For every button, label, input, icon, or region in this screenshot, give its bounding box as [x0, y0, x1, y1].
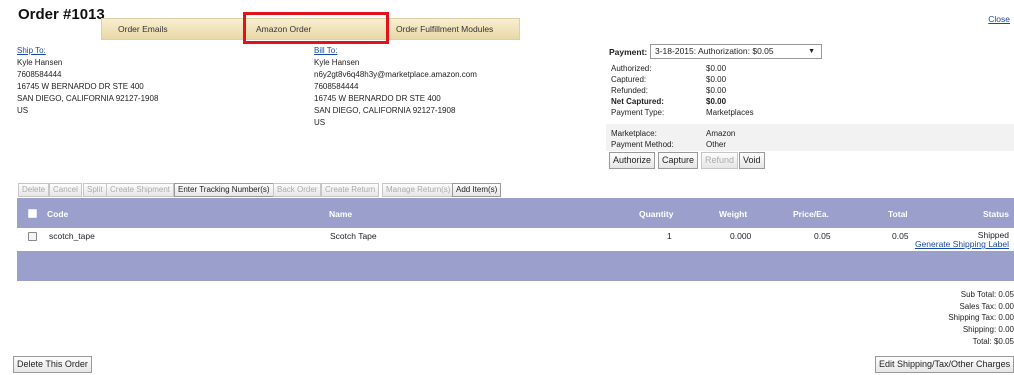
authorize-button[interactable]: Authorize: [609, 152, 656, 169]
ship-to-block: Ship To: Kyle Hansen 7608584444 16745 W …: [17, 45, 158, 117]
payment-row-marketplace: Marketplace: Amazon: [606, 128, 1014, 139]
cancel-button[interactable]: Cancel: [49, 183, 82, 197]
back-order-button[interactable]: Back Order: [273, 183, 322, 197]
col-price-header[interactable]: Price/Ea.: [793, 209, 829, 219]
item-status-cell: Shipped Generate Shipping Label: [915, 231, 1009, 249]
payment-key: Refunded:: [611, 86, 648, 95]
item-quantity: 1: [667, 231, 672, 241]
ship-to-line: 7608584444: [17, 70, 62, 79]
payment-value: Amazon: [706, 129, 736, 138]
bill-to-line: n6y2gt8v6q48h3y@marketplace.amazon.com: [314, 70, 477, 79]
payment-label: Payment:: [609, 47, 648, 57]
bill-to-line: 16745 W BERNARDO DR STE 400: [314, 94, 441, 103]
marketplace-details: Marketplace: Amazon Payment Method: Other: [606, 128, 1014, 150]
payment-key: Authorized:: [611, 64, 652, 73]
row-checkbox[interactable]: [28, 232, 37, 241]
payment-value: $0.00: [706, 86, 727, 95]
amazon-order-highlight-box: [243, 12, 389, 44]
bill-to-line: Kyle Hansen: [314, 58, 360, 67]
ship-to-header[interactable]: Ship To:: [17, 45, 158, 57]
void-button[interactable]: Void: [739, 152, 765, 169]
payment-row-net-captured: Net Captured: $0.00: [606, 96, 1014, 107]
tab-order-emails[interactable]: Order Emails: [118, 19, 168, 40]
table-row: scotch_tape Scotch Tape 1 0.000 0.05 0.0…: [17, 228, 1014, 251]
bill-to-block: Bill To: Kyle Hansen n6y2gt8v6q48h3y@mar…: [314, 45, 477, 129]
payment-selected-value: 3-18-2015: Authorization: $0.05: [655, 46, 774, 56]
payment-key: Net Captured:: [611, 97, 664, 106]
item-weight: 0.000: [730, 231, 752, 241]
item-total: 0.05: [892, 231, 909, 241]
ship-to-line: SAN DIEGO, CALIFORNIA 92127-1908: [17, 94, 159, 103]
ship-to-line: Kyle Hansen: [17, 58, 63, 67]
bill-to-header[interactable]: Bill To:: [314, 45, 477, 57]
split-button[interactable]: Split: [83, 183, 107, 197]
capture-button[interactable]: Capture: [658, 152, 699, 169]
payment-select[interactable]: 3-18-2015: Authorization: $0.05 ▼: [650, 44, 822, 59]
payment-value: $0.00: [706, 75, 727, 84]
bill-to-line: US: [314, 118, 326, 127]
refund-button[interactable]: Refund: [701, 152, 739, 169]
col-name-header[interactable]: Name: [329, 209, 352, 219]
subtotal-line: Sub Total: 0.05: [960, 290, 1014, 299]
col-quantity-header[interactable]: Quantity: [639, 209, 673, 219]
col-code-header[interactable]: Code: [47, 209, 68, 219]
payment-value: Marketplaces: [706, 108, 754, 117]
col-status-header[interactable]: Status: [983, 209, 1009, 219]
payment-value: $0.00: [706, 97, 727, 106]
generate-shipping-label-link[interactable]: Generate Shipping Label: [915, 240, 1009, 249]
item-price: 0.05: [814, 231, 831, 241]
table-footer-row: [17, 251, 1014, 281]
create-shipment-button[interactable]: Create Shipment: [106, 183, 175, 197]
items-table: Code Name Quantity Weight Price/Ea. Tota…: [17, 198, 1014, 281]
add-items-button[interactable]: Add Item(s): [452, 183, 502, 197]
ship-to-line: US: [17, 106, 29, 115]
payment-key: Captured:: [611, 75, 647, 84]
payment-details: Authorized: $0.00 Captured: $0.00 Refunded…: [606, 63, 1014, 118]
shipping-line: Shipping: 0.00: [962, 325, 1014, 335]
payment-key: Payment Type:: [611, 108, 665, 117]
item-code: scotch_tape: [49, 231, 95, 241]
payment-value: $0.00: [706, 64, 727, 73]
order-title: Order #1013: [18, 6, 105, 23]
bill-to-line: 7608584444: [314, 82, 359, 91]
table-header-row: Code Name Quantity Weight Price/Ea. Tota…: [17, 198, 1014, 228]
shipping-tax-line: Shipping Tax: 0.00: [948, 313, 1014, 323]
select-all-checkbox[interactable]: [28, 209, 37, 218]
tab-order-fulfillment-modules[interactable]: Order Fulfillment Modules: [396, 19, 493, 40]
create-return-button[interactable]: Create Return: [321, 183, 380, 197]
ship-to-line: 16745 W BERNARDO DR STE 400: [17, 82, 144, 91]
delete-button[interactable]: Delete: [18, 183, 50, 197]
sales-tax-line: Sales Tax: 0.00: [959, 301, 1014, 311]
payment-row-captured: Captured: $0.00: [606, 74, 1014, 85]
enter-tracking-button[interactable]: Enter Tracking Number(s): [174, 183, 274, 197]
payment-row-payment-method: Payment Method: Other: [606, 139, 1014, 150]
col-weight-header[interactable]: Weight: [719, 209, 747, 219]
payment-row-payment-type: Payment Type: Marketplaces: [606, 107, 1014, 118]
item-name: Scotch Tape: [330, 231, 377, 241]
manage-returns-button[interactable]: Manage Return(s): [382, 183, 455, 197]
payment-value: Other: [706, 140, 727, 149]
payment-key: Payment Method:: [611, 140, 674, 149]
col-total-header[interactable]: Total: [888, 209, 908, 219]
bill-to-line: SAN DIEGO, CALIFORNIA 92127-1908: [314, 106, 456, 115]
order-totals: Sub Total: 0.05 Sales Tax: 0.00 Shipping…: [894, 289, 1014, 348]
close-link[interactable]: Close: [988, 14, 1010, 24]
total-line: Total: $0.05: [972, 336, 1014, 346]
edit-charges-button[interactable]: Edit Shipping/Tax/Other Charges: [875, 356, 1014, 373]
delete-order-button[interactable]: Delete This Order: [13, 356, 92, 373]
payment-row-refunded: Refunded: $0.00: [606, 85, 1014, 96]
dropdown-arrow-icon: ▼: [808, 48, 815, 55]
payment-key: Marketplace:: [611, 129, 657, 138]
payment-row-authorized: Authorized: $0.00: [606, 63, 1014, 74]
